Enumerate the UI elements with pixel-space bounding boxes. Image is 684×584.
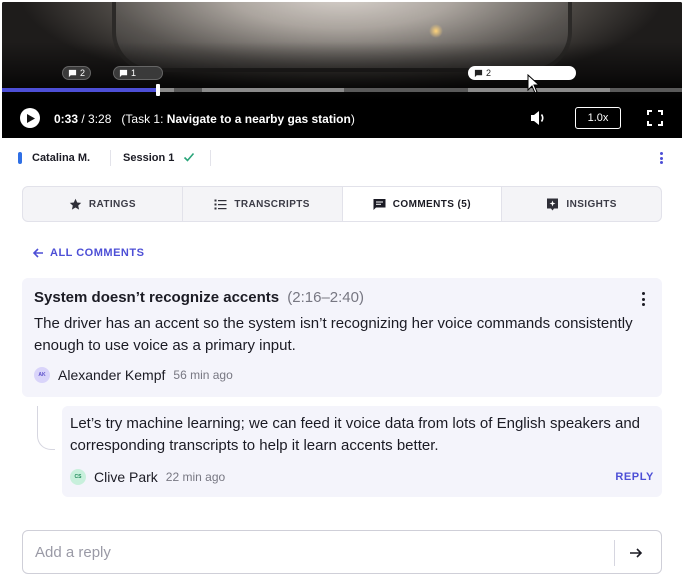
task-label: (Task 1: Navigate to a nearby gas statio… <box>121 112 354 126</box>
participant-color-dot <box>18 152 22 164</box>
current-time: 0:33 <box>54 112 79 126</box>
progress-fill <box>2 88 159 92</box>
all-comments-label: ALL COMMENTS <box>50 247 145 259</box>
comment-options-icon[interactable] <box>642 292 646 306</box>
tab-label: RATINGS <box>88 198 136 210</box>
star-icon <box>69 198 82 210</box>
time-readout: 0:33 / 3:28 (Task 1: Navigate to a nearb… <box>54 112 355 126</box>
tab-label: INSIGHTS <box>566 198 617 210</box>
comment-body: The driver has an accent so the system i… <box>34 315 633 354</box>
comment-marker[interactable]: 1 <box>113 66 163 80</box>
comment-icon <box>373 198 386 210</box>
all-comments-link[interactable]: ALL COMMENTS <box>32 247 144 259</box>
tab-transcripts[interactable]: TRANSCRIPTS <box>183 187 343 221</box>
comment-time-range[interactable]: (2:16–2:40) <box>287 289 364 306</box>
task-suffix: ) <box>350 112 355 126</box>
author-name: Clive Park <box>94 469 158 485</box>
divider <box>210 150 211 166</box>
insight-icon <box>547 198 559 210</box>
progress-bar[interactable] <box>2 84 682 96</box>
reply-author: CS Clive Park 22 min ago <box>70 469 225 485</box>
tab-comments[interactable]: COMMENTS (5) <box>342 187 503 221</box>
duration: 3:28 <box>88 112 112 126</box>
task-prefix: (Task 1: <box>121 112 167 126</box>
reply-composer <box>22 530 662 574</box>
more-options-icon[interactable] <box>654 150 668 166</box>
comment-icon <box>119 69 128 77</box>
time-separator: / <box>78 112 89 126</box>
task-name: Navigate to a nearby gas station <box>166 112 351 126</box>
comment-author: AK Alexander Kempf 56 min ago <box>34 367 233 383</box>
reply-body: Let’s try machine learning; we can feed … <box>70 415 641 454</box>
comment-title: System doesn’t recognize accents (2:16–2… <box>34 289 364 306</box>
video-light <box>429 24 443 38</box>
tab-label: COMMENTS (5) <box>392 198 471 210</box>
player-controls: 0:33 / 3:28 (Task 1: Navigate to a nearb… <box>2 100 682 136</box>
divider <box>614 540 615 566</box>
tab-insights[interactable]: INSIGHTS <box>502 187 661 221</box>
comment-markers: 2 1 2 <box>2 66 682 82</box>
comment-icon <box>68 69 77 77</box>
tab-label: TRANSCRIPTS <box>234 198 310 210</box>
progress-handle[interactable] <box>156 84 161 96</box>
progress-segment <box>202 88 344 92</box>
comment-card: System doesn’t recognize accents (2:16–2… <box>22 278 662 397</box>
mouse-cursor-icon <box>527 74 541 94</box>
marker-count: 2 <box>80 68 86 78</box>
send-arrow-icon[interactable] <box>627 544 645 562</box>
reply-input[interactable] <box>35 541 595 563</box>
fullscreen-icon[interactable] <box>647 110 663 126</box>
reply-card: Let’s try machine learning; we can feed … <box>62 406 662 497</box>
marker-count: 1 <box>131 68 137 78</box>
play-icon <box>27 113 35 123</box>
timestamp: 22 min ago <box>165 470 226 484</box>
list-icon <box>214 199 227 209</box>
avatar: CS <box>70 469 86 485</box>
comment-icon <box>474 69 483 77</box>
divider <box>110 150 111 166</box>
check-icon <box>183 152 195 162</box>
tab-ratings[interactable]: RATINGS <box>23 187 183 221</box>
comment-title-text: System doesn’t recognize accents <box>34 289 280 306</box>
volume-icon[interactable] <box>529 109 547 127</box>
session-bar: Catalina M. Session 1 <box>0 140 684 176</box>
comment-marker[interactable]: 2 <box>62 66 92 80</box>
thread-connector <box>37 406 55 450</box>
participant-name[interactable]: Catalina M. <box>32 152 90 164</box>
session-label[interactable]: Session 1 <box>123 152 174 164</box>
timestamp: 56 min ago <box>173 368 233 382</box>
tab-bar: RATINGS TRANSCRIPTS COMMENTS (5) INSIGHT… <box>22 186 662 222</box>
playback-speed-button[interactable]: 1.0x <box>575 107 621 129</box>
comment-marker-active[interactable]: 2 <box>468 66 576 80</box>
play-button[interactable] <box>20 108 40 128</box>
arrow-left-icon <box>32 248 43 258</box>
video-player[interactable]: 2 1 2 0:33 / 3:28 (Task 1: Navigate to a… <box>2 2 682 138</box>
avatar: AK <box>34 367 50 383</box>
reply-button[interactable]: REPLY <box>615 471 654 483</box>
marker-count: 2 <box>486 68 492 78</box>
author-name: Alexander Kempf <box>58 367 166 383</box>
